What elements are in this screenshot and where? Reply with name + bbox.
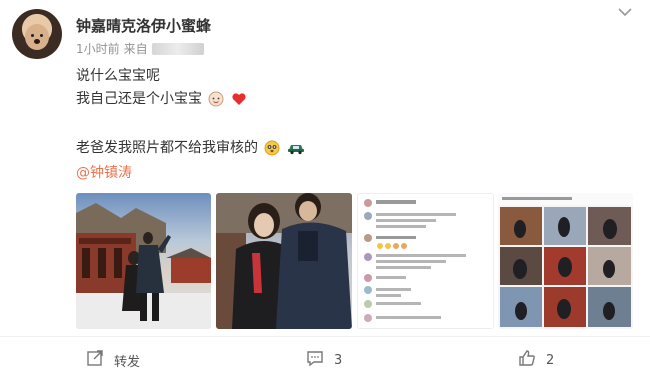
like-button[interactable]: 2: [518, 349, 554, 371]
post-text-line: 老爸发我照片都不给我审核的: [76, 137, 305, 157]
post-text-line: 说什么宝宝呢: [76, 68, 160, 84]
post-time[interactable]: 1小时前: [76, 40, 120, 57]
comment-count: 3: [334, 352, 343, 368]
baby-face-emoji-icon: [208, 91, 224, 107]
car-emoji-icon: [287, 140, 305, 156]
post-photo[interactable]: [216, 193, 352, 329]
dizzy-face-emoji-icon: [264, 140, 280, 156]
like-icon: [518, 349, 536, 371]
post-photo-screenshot[interactable]: [357, 193, 494, 329]
comment-icon: [306, 349, 324, 371]
avatar-face: [25, 24, 49, 50]
repost-button[interactable]: 转发: [86, 349, 140, 371]
username[interactable]: 钟嘉晴克洛伊小蜜蜂: [76, 15, 211, 36]
repost-icon: [86, 349, 104, 371]
avatar-eye: [31, 34, 34, 37]
avatar[interactable]: [12, 9, 62, 59]
post-text-line: 我自己还是个小宝宝: [76, 88, 247, 108]
post-photo[interactable]: [76, 193, 211, 329]
post-photo-collage[interactable]: [498, 193, 633, 329]
like-count: 2: [546, 352, 555, 368]
red-heart-icon: [231, 91, 247, 107]
weibo-post: 钟嘉晴克洛伊小蜜蜂 1小时前 来自 说什么宝宝呢 我自己还是个小宝宝 老爸发我照…: [0, 0, 650, 387]
comment-button[interactable]: 3: [306, 349, 342, 371]
avatar-eye: [40, 34, 43, 37]
mention-link[interactable]: @钟镇涛: [76, 162, 132, 182]
avatar-nose: [34, 39, 40, 44]
source-label: 来自: [123, 42, 148, 56]
source-blurred: [151, 42, 204, 55]
chevron-down-icon[interactable]: [616, 6, 634, 20]
post-actions: 转发 3 2: [0, 336, 650, 380]
post-meta: 1小时前 来自: [76, 40, 204, 57]
repost-label: 转发: [114, 354, 141, 370]
